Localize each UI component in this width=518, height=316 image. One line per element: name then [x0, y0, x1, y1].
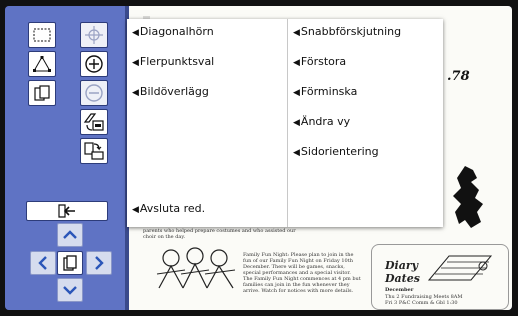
page-rotate-icon — [84, 142, 104, 160]
chevron-right-icon — [95, 256, 104, 270]
scroll-left-button[interactable] — [30, 251, 56, 275]
children-drawing — [156, 247, 236, 289]
arrow-left-icon: ◀ — [132, 58, 139, 68]
app-frame: .78 excellent leadership of our choir. M… — [5, 6, 512, 310]
arrow-left-icon: ◀ — [293, 118, 300, 128]
menu-item-multipoint-select[interactable]: ◀Flerpunktsval — [132, 55, 214, 68]
image-overlay-button[interactable] — [28, 80, 56, 106]
diary-title-1: Diary — [385, 259, 419, 272]
family-fun-night-text: Family Fun Night: Please plan to join in… — [243, 252, 361, 294]
crosshair-icon — [85, 26, 103, 44]
arrow-left-icon: ◀ — [132, 28, 139, 38]
plus-circle-icon — [85, 55, 103, 73]
crosshair-button[interactable] — [80, 22, 108, 48]
chevron-down-icon — [63, 286, 77, 295]
rectangle-select-icon — [33, 28, 51, 42]
chevron-up-icon — [63, 230, 77, 239]
menu-item-image-overlay[interactable]: ◀Bildöverlägg — [132, 85, 209, 98]
scroll-up-button[interactable] — [57, 223, 83, 247]
scroll-down-button[interactable] — [57, 278, 83, 302]
diary-title-2: Dates — [385, 272, 420, 285]
calendar-drawing — [427, 255, 493, 281]
triangle-select-icon — [33, 56, 51, 72]
menu-divider — [287, 19, 288, 227]
menu-item-zoom-in[interactable]: ◀Förstora — [293, 55, 346, 68]
menu-item-zoom-out[interactable]: ◀Förminska — [293, 85, 357, 98]
change-view-button[interactable] — [80, 109, 108, 135]
menu-item-change-view[interactable]: ◀Ändra vy — [293, 115, 350, 128]
arrow-left-icon: ◀ — [293, 58, 300, 68]
menu-item-quick-shift[interactable]: ◀Snabbförskjutning — [293, 25, 401, 38]
diary-month: December — [385, 287, 414, 293]
tool-sidebar — [5, 6, 125, 310]
rectangle-select-button[interactable] — [28, 22, 56, 48]
arrow-left-icon: ◀ — [293, 28, 300, 38]
zoom-in-button[interactable] — [80, 51, 108, 77]
edit-menu-popup: ◀Diagonalhörn ◀Flerpunktsval ◀Bildöverlä… — [127, 19, 443, 227]
page-orientation-button[interactable] — [80, 138, 108, 164]
zoom-out-button[interactable] — [80, 80, 108, 106]
chevron-left-icon — [38, 256, 47, 270]
diary-entry: Fri 3 P&C Comm & Gbl 1:30 — [385, 300, 458, 306]
silhouette-image — [453, 166, 483, 228]
rotate-view-icon — [83, 113, 104, 131]
multipoint-select-button[interactable] — [28, 51, 56, 77]
page-icon — [63, 255, 77, 271]
menu-item-diagonal-corner[interactable]: ◀Diagonalhörn — [132, 25, 214, 38]
page-number-fragment: .78 — [447, 69, 470, 84]
scroll-right-button[interactable] — [86, 251, 112, 275]
menu-item-page-orientation[interactable]: ◀Sidorientering — [293, 145, 379, 158]
page-view-button[interactable] — [57, 251, 83, 275]
exit-door-icon — [58, 204, 75, 218]
arrow-left-icon: ◀ — [293, 88, 300, 98]
exit-edit-button[interactable] — [26, 201, 108, 221]
minus-circle-icon — [85, 84, 103, 102]
arrow-left-icon: ◀ — [132, 205, 139, 215]
arrow-left-icon: ◀ — [293, 148, 300, 158]
menu-item-exit-edit[interactable]: ◀Avsluta red. — [132, 202, 205, 215]
arrow-left-icon: ◀ — [132, 88, 139, 98]
overlay-pages-icon — [34, 85, 50, 101]
